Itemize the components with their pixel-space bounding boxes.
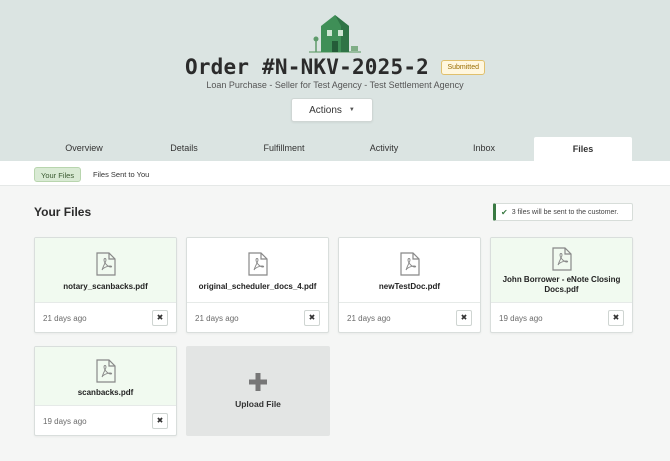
subtab-your-files[interactable]: Your Files (34, 167, 82, 182)
delete-file-button[interactable]: ✖ (456, 310, 472, 326)
file-name: original_scheduler_docs_4.pdf (198, 282, 317, 291)
pdf-file-icon (400, 252, 420, 276)
file-age: 19 days ago (499, 314, 543, 323)
close-icon: ✖ (308, 313, 316, 322)
file-card-footer: 19 days ago ✖ (35, 405, 176, 435)
close-icon: ✖ (156, 416, 164, 425)
tab-inbox[interactable]: Inbox (434, 137, 534, 161)
order-subtitle: Loan Purchase - Seller for Test Agency -… (206, 80, 464, 90)
delete-file-button[interactable]: ✖ (152, 413, 168, 429)
plus-icon (249, 373, 267, 391)
file-name: newTestDoc.pdf (378, 282, 441, 291)
file-card[interactable]: notary_scanbacks.pdf 21 days ago ✖ (34, 237, 177, 333)
notice-banner: ✔ 3 files will be sent to the customer. (493, 203, 633, 221)
order-title-row: Order #N-NKV-2025-2 Submitted (0, 55, 670, 79)
close-icon: ✖ (156, 313, 164, 322)
delete-file-button[interactable]: ✖ (304, 310, 320, 326)
upload-file-button[interactable]: Upload File (186, 346, 330, 436)
file-age: 21 days ago (347, 314, 391, 323)
pdf-file-icon (96, 252, 116, 276)
file-name: scanbacks.pdf (77, 388, 134, 397)
file-card-footer: 21 days ago ✖ (187, 302, 328, 332)
close-icon: ✖ (460, 313, 468, 322)
file-card-preview: John Borrower - eNote Closing Docs.pdf (491, 238, 632, 302)
tab-overview[interactable]: Overview (34, 137, 134, 161)
file-card-footer: 21 days ago ✖ (35, 302, 176, 332)
file-card-preview: scanbacks.pdf (35, 347, 176, 405)
pdf-file-icon (96, 359, 116, 383)
section-title: Your Files (34, 205, 92, 219)
tab-files[interactable]: Files (534, 137, 632, 162)
file-card-footer: 19 days ago ✖ (491, 302, 632, 332)
file-name: John Borrower - eNote Closing Docs.pdf (502, 275, 621, 294)
caret-down-icon: ▼ (348, 107, 355, 113)
file-name: notary_scanbacks.pdf (63, 282, 148, 291)
actions-button[interactable]: Actions ▼ (291, 98, 373, 122)
pdf-file-icon (248, 252, 268, 276)
notice-text: 3 files will be sent to the customer. (511, 208, 619, 216)
check-icon: ✔ (501, 207, 508, 217)
file-age: 19 days ago (43, 417, 87, 426)
tab-details[interactable]: Details (134, 137, 234, 161)
tab-bar: Overview Details Fulfillment Activity In… (0, 137, 670, 162)
house-icon (309, 15, 361, 53)
file-card[interactable]: John Borrower - eNote Closing Docs.pdf 1… (490, 237, 633, 333)
file-card[interactable]: scanbacks.pdf 19 days ago ✖ (34, 346, 177, 436)
upload-label: Upload File (235, 399, 281, 409)
file-card[interactable]: original_scheduler_docs_4.pdf 21 days ag… (186, 237, 329, 333)
pdf-file-icon (552, 247, 572, 271)
file-age: 21 days ago (43, 314, 87, 323)
delete-file-button[interactable]: ✖ (152, 310, 168, 326)
file-card-preview: notary_scanbacks.pdf (35, 238, 176, 302)
subtab-bar: Your Files Files Sent to You (0, 161, 670, 186)
status-badge: Submitted (441, 59, 485, 75)
file-age: 21 days ago (195, 314, 239, 323)
tab-fulfillment[interactable]: Fulfillment (234, 137, 334, 161)
file-card-footer: 21 days ago ✖ (339, 302, 480, 332)
file-card-preview: newTestDoc.pdf (339, 238, 480, 302)
tab-activity[interactable]: Activity (334, 137, 434, 161)
file-card[interactable]: newTestDoc.pdf 21 days ago ✖ (338, 237, 481, 333)
delete-file-button[interactable]: ✖ (608, 310, 624, 326)
close-icon: ✖ (612, 313, 620, 322)
subtab-files-sent-to-you[interactable]: Files Sent to You (87, 167, 155, 182)
file-card-preview: original_scheduler_docs_4.pdf (187, 238, 328, 302)
order-header: Order #N-NKV-2025-2 Submitted Loan Purch… (0, 0, 670, 162)
actions-label: Actions (309, 104, 342, 116)
order-title: Order #N-NKV-2025-2 (184, 55, 430, 79)
